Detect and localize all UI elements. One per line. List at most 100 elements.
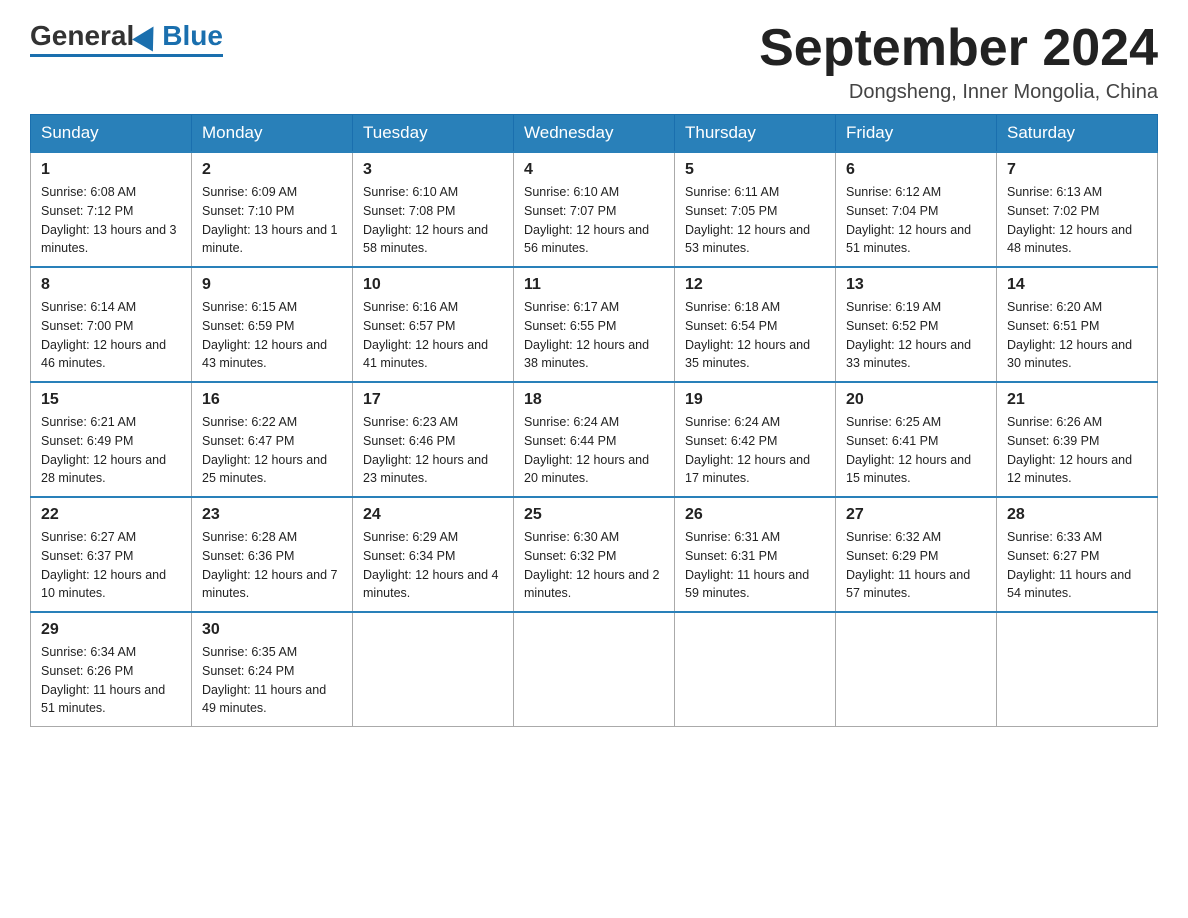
day-info: Sunrise: 6:30 AMSunset: 6:32 PMDaylight:… xyxy=(524,528,664,603)
day-number: 5 xyxy=(685,161,825,179)
day-number: 7 xyxy=(1007,161,1147,179)
day-number: 25 xyxy=(524,506,664,524)
calendar-day-cell: 15 Sunrise: 6:21 AMSunset: 6:49 PMDayligh… xyxy=(31,382,192,497)
calendar-day-cell: 6Sunrise: 6:12 AMSunset: 7:04 PMDaylight… xyxy=(836,152,997,267)
day-number: 10 xyxy=(363,276,503,294)
calendar-day-cell: 23 Sunrise: 6:28 AMSunset: 6:36 PMDayligh… xyxy=(192,497,353,612)
calendar-day-cell: 12 Sunrise: 6:18 AMSunset: 6:54 PMDayligh… xyxy=(675,267,836,382)
day-number: 2 xyxy=(202,161,342,179)
calendar-day-cell: 3Sunrise: 6:10 AMSunset: 7:08 PMDaylight… xyxy=(353,152,514,267)
day-number: 28 xyxy=(1007,506,1147,524)
day-info: Sunrise: 6:19 AMSunset: 6:52 PMDaylight:… xyxy=(846,298,986,373)
col-friday: Friday xyxy=(836,115,997,153)
day-info: Sunrise: 6:08 AMSunset: 7:12 PMDaylight:… xyxy=(41,183,181,258)
calendar-day-cell: 20 Sunrise: 6:25 AMSunset: 6:41 PMDayligh… xyxy=(836,382,997,497)
day-number: 23 xyxy=(202,506,342,524)
calendar-week-row: 8 Sunrise: 6:14 AMSunset: 7:00 PMDaylight… xyxy=(31,267,1158,382)
calendar-day-cell: 28 Sunrise: 6:33 AMSunset: 6:27 PMDayligh… xyxy=(997,497,1158,612)
logo-triangle-icon xyxy=(132,20,164,51)
col-saturday: Saturday xyxy=(997,115,1158,153)
day-number: 4 xyxy=(524,161,664,179)
day-info: Sunrise: 6:32 AMSunset: 6:29 PMDaylight:… xyxy=(846,528,986,603)
day-number: 19 xyxy=(685,391,825,409)
calendar-day-cell: 11 Sunrise: 6:17 AMSunset: 6:55 PMDayligh… xyxy=(514,267,675,382)
logo-general-text: General xyxy=(30,20,134,52)
col-wednesday: Wednesday xyxy=(514,115,675,153)
calendar-day-cell: 30Sunrise: 6:35 AMSunset: 6:24 PMDayligh… xyxy=(192,612,353,727)
calendar-day-cell: 18Sunrise: 6:24 AMSunset: 6:44 PMDayligh… xyxy=(514,382,675,497)
day-number: 15 xyxy=(41,391,181,409)
day-info: Sunrise: 6:29 AMSunset: 6:34 PMDaylight:… xyxy=(363,528,503,603)
logo-blue-text: Blue xyxy=(162,20,223,52)
calendar-day-cell: 8 Sunrise: 6:14 AMSunset: 7:00 PMDaylight… xyxy=(31,267,192,382)
day-number: 30 xyxy=(202,621,342,639)
logo: General Blue xyxy=(30,20,223,57)
day-number: 27 xyxy=(846,506,986,524)
day-info: Sunrise: 6:33 AMSunset: 6:27 PMDaylight:… xyxy=(1007,528,1147,603)
day-info: Sunrise: 6:11 AMSunset: 7:05 PMDaylight:… xyxy=(685,183,825,258)
day-number: 18 xyxy=(524,391,664,409)
day-info: Sunrise: 6:34 AMSunset: 6:26 PMDaylight:… xyxy=(41,643,181,718)
day-info: Sunrise: 6:13 AMSunset: 7:02 PMDaylight:… xyxy=(1007,183,1147,258)
day-info: Sunrise: 6:20 AMSunset: 6:51 PMDaylight:… xyxy=(1007,298,1147,373)
calendar-week-row: 22 Sunrise: 6:27 AMSunset: 6:37 PMDayligh… xyxy=(31,497,1158,612)
day-info: Sunrise: 6:25 AMSunset: 6:41 PMDaylight:… xyxy=(846,413,986,488)
calendar-week-row: 1 Sunrise: 6:08 AMSunset: 7:12 PMDaylight… xyxy=(31,152,1158,267)
calendar-day-cell: 13 Sunrise: 6:19 AMSunset: 6:52 PMDayligh… xyxy=(836,267,997,382)
day-info: Sunrise: 6:28 AMSunset: 6:36 PMDaylight:… xyxy=(202,528,342,603)
day-info: Sunrise: 6:14 AMSunset: 7:00 PMDaylight:… xyxy=(41,298,181,373)
day-number: 14 xyxy=(1007,276,1147,294)
calendar-day-cell: 22 Sunrise: 6:27 AMSunset: 6:37 PMDayligh… xyxy=(31,497,192,612)
day-info: Sunrise: 6:15 AMSunset: 6:59 PMDaylight:… xyxy=(202,298,342,373)
day-number: 12 xyxy=(685,276,825,294)
day-number: 29 xyxy=(41,621,181,639)
col-tuesday: Tuesday xyxy=(353,115,514,153)
day-info: Sunrise: 6:10 AMSunset: 7:07 PMDaylight:… xyxy=(524,183,664,258)
calendar-day-cell: 17Sunrise: 6:23 AMSunset: 6:46 PMDayligh… xyxy=(353,382,514,497)
calendar-day-cell xyxy=(353,612,514,727)
calendar-day-cell xyxy=(997,612,1158,727)
day-number: 26 xyxy=(685,506,825,524)
month-title: September 2024 xyxy=(759,20,1158,77)
day-info: Sunrise: 6:17 AMSunset: 6:55 PMDaylight:… xyxy=(524,298,664,373)
day-info: Sunrise: 6:26 AMSunset: 6:39 PMDaylight:… xyxy=(1007,413,1147,488)
location-subtitle: Dongsheng, Inner Mongolia, China xyxy=(759,81,1158,104)
calendar-day-cell: 9 Sunrise: 6:15 AMSunset: 6:59 PMDaylight… xyxy=(192,267,353,382)
day-info: Sunrise: 6:18 AMSunset: 6:54 PMDaylight:… xyxy=(685,298,825,373)
day-number: 1 xyxy=(41,161,181,179)
day-number: 20 xyxy=(846,391,986,409)
day-number: 22 xyxy=(41,506,181,524)
page-header: General Blue September 2024 Dongsheng, I… xyxy=(30,20,1158,104)
col-sunday: Sunday xyxy=(31,115,192,153)
calendar-week-row: 15 Sunrise: 6:21 AMSunset: 6:49 PMDayligh… xyxy=(31,382,1158,497)
day-info: Sunrise: 6:24 AMSunset: 6:42 PMDaylight:… xyxy=(685,413,825,488)
title-section: September 2024 Dongsheng, Inner Mongolia… xyxy=(759,20,1158,104)
calendar-day-cell: 2Sunrise: 6:09 AMSunset: 7:10 PMDaylight… xyxy=(192,152,353,267)
day-info: Sunrise: 6:12 AMSunset: 7:04 PMDaylight:… xyxy=(846,183,986,258)
day-info: Sunrise: 6:21 AMSunset: 6:49 PMDaylight:… xyxy=(41,413,181,488)
day-number: 9 xyxy=(202,276,342,294)
calendar-day-cell: 4 Sunrise: 6:10 AMSunset: 7:07 PMDaylight… xyxy=(514,152,675,267)
calendar-day-cell: 1 Sunrise: 6:08 AMSunset: 7:12 PMDaylight… xyxy=(31,152,192,267)
calendar-week-row: 29 Sunrise: 6:34 AMSunset: 6:26 PMDayligh… xyxy=(31,612,1158,727)
calendar-day-cell: 29 Sunrise: 6:34 AMSunset: 6:26 PMDayligh… xyxy=(31,612,192,727)
calendar-day-cell: 26Sunrise: 6:31 AMSunset: 6:31 PMDayligh… xyxy=(675,497,836,612)
calendar-day-cell: 7 Sunrise: 6:13 AMSunset: 7:02 PMDaylight… xyxy=(997,152,1158,267)
day-number: 16 xyxy=(202,391,342,409)
calendar-day-cell: 16 Sunrise: 6:22 AMSunset: 6:47 PMDayligh… xyxy=(192,382,353,497)
day-info: Sunrise: 6:16 AMSunset: 6:57 PMDaylight:… xyxy=(363,298,503,373)
day-info: Sunrise: 6:22 AMSunset: 6:47 PMDaylight:… xyxy=(202,413,342,488)
day-number: 13 xyxy=(846,276,986,294)
calendar-day-cell xyxy=(514,612,675,727)
calendar-day-cell: 27 Sunrise: 6:32 AMSunset: 6:29 PMDayligh… xyxy=(836,497,997,612)
calendar-day-cell: 5 Sunrise: 6:11 AMSunset: 7:05 PMDaylight… xyxy=(675,152,836,267)
calendar-day-cell: 25 Sunrise: 6:30 AMSunset: 6:32 PMDayligh… xyxy=(514,497,675,612)
calendar-header-row: Sunday Monday Tuesday Wednesday Thursday… xyxy=(31,115,1158,153)
calendar-day-cell: 21Sunrise: 6:26 AMSunset: 6:39 PMDayligh… xyxy=(997,382,1158,497)
day-number: 8 xyxy=(41,276,181,294)
day-number: 11 xyxy=(524,276,664,294)
day-info: Sunrise: 6:27 AMSunset: 6:37 PMDaylight:… xyxy=(41,528,181,603)
calendar-table: Sunday Monday Tuesday Wednesday Thursday… xyxy=(30,114,1158,727)
calendar-day-cell xyxy=(675,612,836,727)
calendar-day-cell: 10 Sunrise: 6:16 AMSunset: 6:57 PMDayligh… xyxy=(353,267,514,382)
